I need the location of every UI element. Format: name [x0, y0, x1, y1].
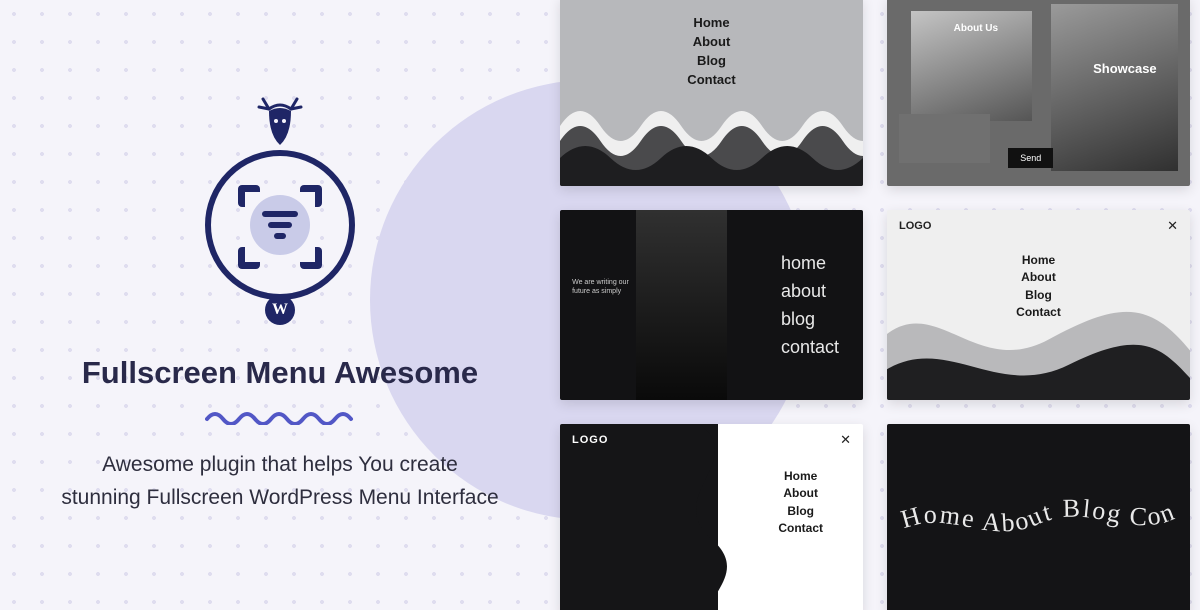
wavy-menu-text: Home About Blog Contact	[899, 474, 1179, 538]
product-subtitle: Awesome plugin that helps You create stu…	[60, 449, 500, 514]
deer-icon	[253, 95, 307, 151]
overlay-label: About Us	[954, 23, 998, 34]
template-preview-1[interactable]: Home About Blog Contact	[560, 0, 863, 186]
menu-item: Home	[687, 14, 735, 33]
close-icon: ✕	[840, 432, 851, 448]
menu-item: About	[1016, 269, 1061, 286]
menu-item: blog	[781, 306, 839, 334]
caption: We are writing our future as simply	[572, 278, 633, 296]
product-logo: W	[180, 95, 380, 325]
logo-text: LOGO	[572, 434, 608, 446]
menu-item: About	[687, 33, 735, 52]
template-preview-2[interactable]: About Us Showcase Send	[887, 0, 1190, 186]
menu-item: home	[781, 250, 839, 278]
logo-text: LOGO	[899, 220, 931, 232]
template-preview-3[interactable]: We are writing our future as simply home…	[560, 210, 863, 400]
template-preview-5[interactable]: LOGO ✕ Home About Blog Contact	[560, 424, 863, 610]
menu-item: Contact	[778, 520, 823, 537]
menu-item: Home	[778, 468, 823, 485]
menu-item: Blog	[778, 503, 823, 520]
close-icon: ✕	[1167, 218, 1178, 234]
product-title: Fullscreen Menu Awesome	[82, 355, 478, 391]
menu-item: Home	[1016, 252, 1061, 269]
template-preview-4[interactable]: LOGO ✕ Home About Blog Contact	[887, 210, 1190, 400]
menu-item: contact	[781, 334, 839, 362]
send-button: Send	[1008, 148, 1053, 168]
overlay-label: Showcase	[1093, 61, 1157, 76]
wordpress-icon: W	[265, 295, 295, 325]
template-gallery: Home About Blog Contact About Us Showcas…	[560, 0, 1200, 610]
menu-item: About	[778, 485, 823, 502]
menu-item: Blog	[687, 52, 735, 71]
divider-wave-icon	[205, 411, 355, 425]
filter-icon	[250, 195, 310, 255]
menu-item: about	[781, 278, 839, 306]
template-preview-6[interactable]: Home About Blog Contact	[887, 424, 1190, 610]
